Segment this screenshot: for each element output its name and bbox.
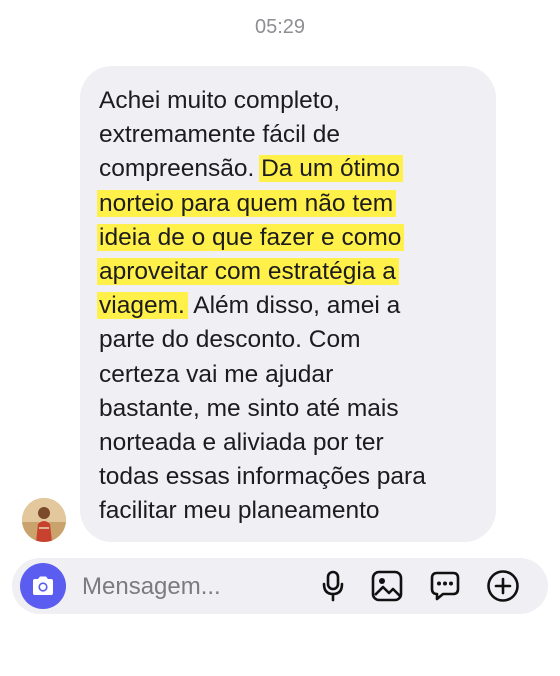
microphone-icon bbox=[322, 570, 344, 602]
message-text-segment: Achei muito completo, bbox=[99, 87, 341, 114]
highlighted-text: aproveitar com estratégia a bbox=[97, 258, 399, 286]
gallery-button[interactable] bbox=[370, 569, 404, 603]
message-input[interactable]: Mensagem... bbox=[82, 573, 221, 601]
message-line: parte do desconto. Com bbox=[99, 323, 482, 357]
message-line: bastante, me sinto até mais bbox=[99, 392, 482, 426]
message-text-segment: Além disso, amei a bbox=[193, 292, 401, 320]
microphone-button[interactable] bbox=[316, 569, 350, 603]
camera-icon bbox=[33, 576, 53, 595]
message-line: ideia de o que fazer e como bbox=[97, 221, 482, 255]
message-line: facilitar meu planeamento bbox=[99, 494, 482, 528]
message-line: todas essas informações para bbox=[99, 460, 482, 494]
sender-avatar[interactable] bbox=[22, 498, 66, 542]
message-line: aproveitar com estratégia a bbox=[97, 255, 482, 289]
message-text-segment: bastante, me sinto até mais bbox=[99, 394, 399, 422]
highlighted-text: Da um ótimo bbox=[259, 155, 403, 183]
more-button[interactable] bbox=[486, 569, 520, 603]
message-text-segment: todas essas informações para bbox=[99, 463, 426, 491]
message-text-segment: compreensão. bbox=[99, 155, 255, 183]
avatar-photo bbox=[22, 498, 66, 542]
image-icon bbox=[371, 570, 403, 602]
message-text-segment: parte do desconto. Com bbox=[99, 326, 361, 354]
message-text-segment: extremamente fácil de bbox=[99, 121, 341, 149]
chat-screen: 05:29 Achei muito completo, extremamente… bbox=[0, 0, 560, 676]
message-composer: Mensagem... bbox=[12, 558, 548, 614]
message-line: norteio para quem não tem bbox=[97, 187, 482, 221]
message-line: norteada e aliviada por ter bbox=[99, 426, 482, 460]
message-line: viagem. Além disso, amei a bbox=[97, 289, 482, 323]
sticker-button[interactable] bbox=[428, 569, 462, 603]
message-text-segment: facilitar meu planeamento bbox=[99, 497, 380, 525]
camera-button[interactable] bbox=[20, 563, 66, 609]
message-timestamp: 05:29 bbox=[254, 16, 306, 38]
message-line: extremamente fácil de bbox=[99, 118, 482, 152]
message-text-segment: certeza vai me ajudar bbox=[99, 360, 334, 388]
message-bubble[interactable]: Achei muito completo, extremamente fácil… bbox=[80, 66, 496, 542]
highlighted-text: norteio para quem não tem bbox=[97, 189, 397, 217]
highlighted-text: viagem. bbox=[97, 292, 188, 320]
message-line: Achei muito completo, bbox=[99, 84, 482, 118]
message-text-segment: norteada e aliviada por ter bbox=[99, 429, 384, 457]
sticker-icon bbox=[430, 571, 460, 601]
message-line: certeza vai me ajudar bbox=[99, 358, 482, 392]
highlighted-text: ideia de o que fazer e como bbox=[97, 223, 405, 251]
message-text: Achei muito completo, extremamente fácil… bbox=[97, 84, 482, 529]
plus-icon bbox=[487, 570, 519, 602]
message-line: compreensão. Da um ótimo bbox=[99, 152, 482, 186]
